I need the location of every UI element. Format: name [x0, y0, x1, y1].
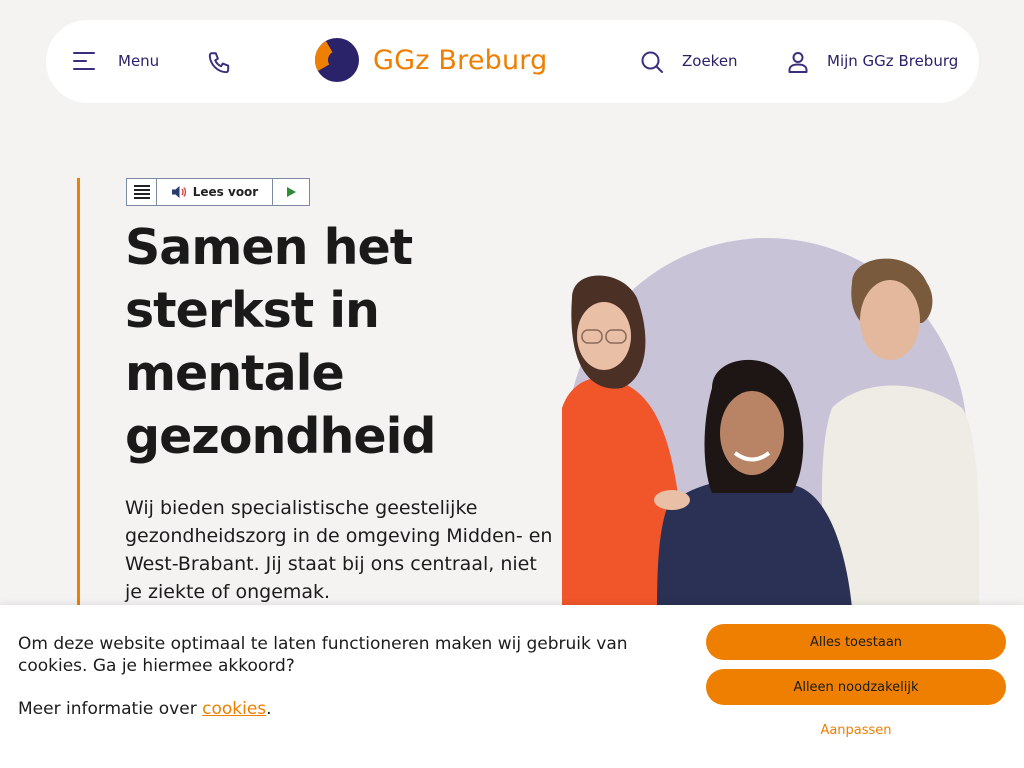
logo-text: GGz Breburg: [373, 44, 548, 76]
search-button[interactable]: Zoeken: [682, 52, 738, 70]
accept-all-button[interactable]: Alles toestaan: [706, 624, 1006, 660]
cookies-link[interactable]: cookies: [202, 699, 266, 719]
cookie-more-info: Meer informatie over cookies.: [18, 699, 272, 719]
readspeaker-button[interactable]: Lees voor: [157, 179, 272, 205]
cookie-more-prefix: Meer informatie over: [18, 699, 203, 719]
hero-intro: Wij bieden specialistische geestelijke g…: [125, 497, 553, 603]
hero-photo: [562, 238, 979, 608]
logo-mark: [315, 38, 359, 82]
readspeaker-play-button[interactable]: [272, 179, 309, 205]
hamburger-icon[interactable]: [73, 51, 95, 71]
readspeaker-menu-button[interactable]: [127, 179, 157, 205]
accent-line: [77, 178, 80, 608]
user-icon[interactable]: [786, 50, 810, 74]
menu-button[interactable]: Menu: [118, 52, 159, 70]
account-link[interactable]: Mijn GGz Breburg: [827, 52, 958, 70]
customize-button[interactable]: Aanpassen: [706, 723, 1006, 738]
cookie-more-suffix: .: [266, 699, 272, 719]
hero-title: Samen het sterkst in mentale gezondheid: [125, 219, 436, 465]
search-icon[interactable]: [640, 50, 664, 74]
phone-icon[interactable]: [206, 50, 232, 76]
readspeaker-bar: Lees voor: [126, 178, 310, 206]
cookie-banner: Om deze website optimaal te laten functi…: [0, 605, 1024, 768]
cookie-message: Om deze website optimaal te laten functi…: [18, 634, 628, 676]
logo[interactable]: GGz Breburg: [314, 37, 547, 83]
readspeaker-label: Lees voor: [192, 185, 259, 199]
play-icon: [287, 187, 296, 197]
only-necessary-button[interactable]: Alleen noodzakelijk: [706, 669, 1006, 705]
speaker-icon: [171, 186, 186, 198]
